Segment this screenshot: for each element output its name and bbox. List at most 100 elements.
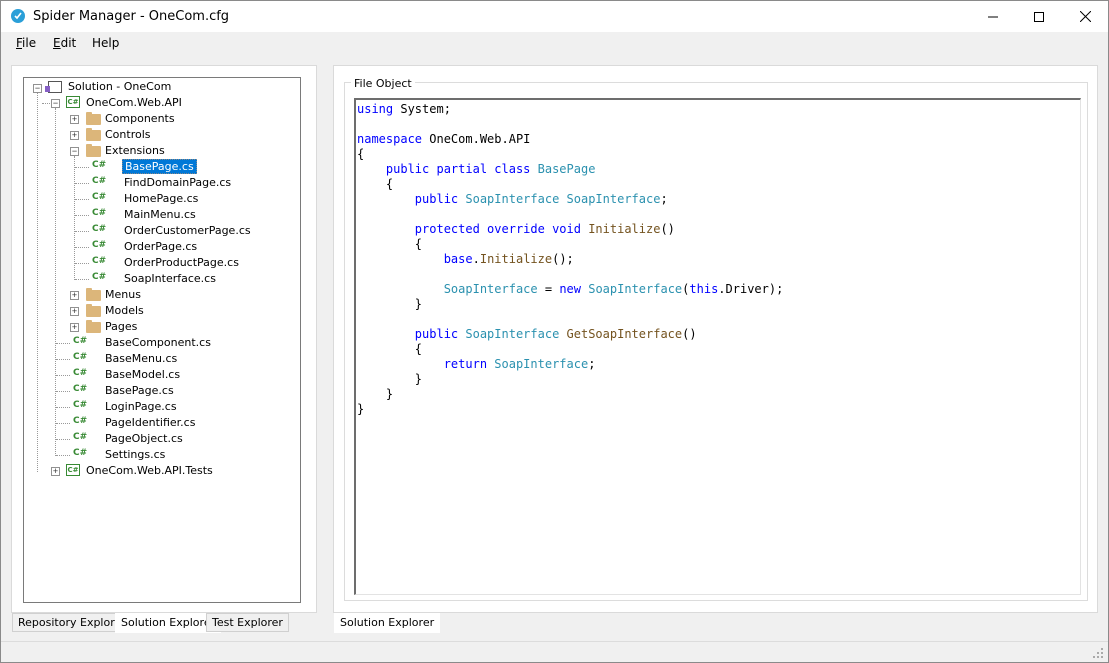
code-token: BasePage [530,162,596,176]
csharp-file-icon: C# [73,352,88,362]
tree-item-project[interactable]: OneCom.Web.API [84,95,184,111]
tree-item-pages-label: Pages [105,320,138,333]
solution-tree[interactable]: − Solution - OneCom − C# OneCom.Web.API … [23,77,301,603]
csharp-file-icon: C# [92,256,107,266]
app-logo-icon [11,9,25,23]
tree-item-file[interactable]: BasePage.cs [122,159,197,175]
tree-collapse-extensions[interactable]: − [70,147,79,156]
code-token: SoapInterface [458,192,560,206]
tree-item-tests-project[interactable]: OneCom.Web.API.Tests [84,463,215,479]
tab-repository-explorer[interactable]: Repository Explorer [12,613,132,632]
code-token: new [559,282,581,296]
tree-item-controls-label: Controls [105,128,151,141]
tree-expand-tests-project[interactable]: + [51,467,60,476]
code-token: } [357,402,365,416]
tab-right-solution-explorer[interactable]: Solution Explorer [334,613,441,633]
code-token: . [472,252,480,266]
window-title: Spider Manager - OneCom.cfg [33,9,230,24]
tree-item-file[interactable]: BaseComponent.cs [103,335,213,351]
tree-collapse-solution[interactable]: − [33,84,42,93]
tree-item-models-label: Models [105,304,144,317]
csharp-file-icon: C# [73,368,88,378]
code-line: namespace OneCom.Web.API [357,132,530,147]
folder-icon [86,128,101,141]
tree-item-pages[interactable]: Pages [103,319,139,335]
tree-item-file[interactable]: MainMenu.cs [122,207,198,223]
tree-expand-controls[interactable]: + [70,131,79,140]
tree-item-file-label: Settings.cs [105,448,166,461]
code-token: SoapInterface [458,327,560,341]
menu-edit-label: dit [60,36,77,50]
code-token: public [414,192,459,206]
tree-item-project-label: OneCom.Web.API [86,96,182,109]
csharp-file-icon: C# [73,400,88,410]
tree-item-file-label: BaseComponent.cs [105,336,211,349]
code-token: ; [588,357,596,371]
tree-item-models[interactable]: Models [103,303,146,319]
tree-item-file[interactable]: OrderProductPage.cs [122,255,241,271]
code-line: } [357,402,364,417]
tree-collapse-project[interactable]: − [51,99,60,108]
tree-item-file[interactable]: LoginPage.cs [103,399,179,415]
tree-item-file-label: FindDomainPage.cs [124,176,232,189]
tree-item-file[interactable]: SoapInterface.cs [122,271,218,287]
tab-label: Test Explorer [212,616,283,629]
code-token: SoapInterface [487,357,589,371]
tree-item-file-label: MainMenu.cs [124,208,196,221]
code-token: return [443,357,488,371]
tree-item-file[interactable]: HomePage.cs [122,191,200,207]
tree-item-extensions[interactable]: Extensions [103,143,167,159]
tree-item-file[interactable]: OrderPage.cs [122,239,199,255]
csharp-file-icon: C# [92,192,107,202]
folder-icon [86,112,101,125]
code-token: System; [393,102,451,116]
code-line: { [357,147,364,162]
tree-item-file-label: BaseModel.cs [105,368,181,381]
minimize-button[interactable] [970,1,1016,32]
tree-item-file[interactable]: PageObject.cs [103,431,185,447]
code-token: OneCom.Web.API [422,132,531,146]
code-line: return SoapInterface; [357,357,596,372]
code-token: SoapInterface [443,282,538,296]
tree-item-file[interactable]: BaseModel.cs [103,367,182,383]
menu-bar: File Edit Help [1,32,1108,55]
code-token: namespace [357,132,423,146]
tree-item-file[interactable]: OrderCustomerPage.cs [122,223,253,239]
maximize-icon [1034,11,1044,22]
close-button[interactable] [1062,1,1108,32]
code-token: GetSoapInterface [559,327,683,341]
tree-item-file[interactable]: PageIdentifier.cs [103,415,197,431]
code-token: SoapInterface [559,192,661,206]
tree-item-components[interactable]: Components [103,111,177,127]
code-token: .Driver); [718,282,784,296]
menu-edit[interactable]: Edit [53,36,76,50]
tree-item-solution[interactable]: Solution - OneCom [66,79,173,95]
tree-expand-components[interactable]: + [70,115,79,124]
tree-item-file[interactable]: Settings.cs [103,447,167,463]
menu-file[interactable]: File [16,36,36,50]
minimize-icon [988,16,998,17]
tree-item-controls[interactable]: Controls [103,127,153,143]
tree-item-file[interactable]: BasePage.cs [103,383,176,399]
code-token: { [357,177,394,191]
tree-expand-pages[interactable]: + [70,323,79,332]
maximize-button[interactable] [1016,1,1062,32]
menu-help[interactable]: Help [92,36,119,50]
tab-test-explorer[interactable]: Test Explorer [206,613,289,632]
code-line: protected override void Initialize() [357,222,675,237]
tree-expand-menus[interactable]: + [70,291,79,300]
tree-item-file[interactable]: FindDomainPage.cs [122,175,233,191]
csharp-file-icon: C# [92,240,107,250]
csharp-project-icon: C# [66,96,80,108]
tree-item-file-label: LoginPage.cs [105,400,177,413]
resize-grip-icon[interactable] [1092,647,1104,659]
title-bar[interactable]: Spider Manager - OneCom.cfg [1,1,1108,32]
tree-item-file[interactable]: BaseMenu.cs [103,351,179,367]
tree-item-menus[interactable]: Menus [103,287,143,303]
code-editor[interactable]: using System; namespace OneCom.Web.API{ p… [354,98,1081,595]
menu-help-label: Help [92,36,120,50]
tree-expand-models[interactable]: + [70,307,79,316]
